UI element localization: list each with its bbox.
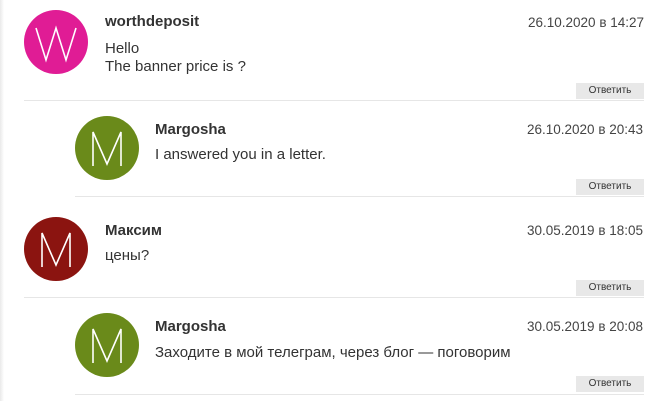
comment-author[interactable]: Максим xyxy=(105,222,162,239)
comment-divider xyxy=(75,196,644,197)
avatar xyxy=(24,217,88,281)
comment-date: 30.05.2019 в 20:08 xyxy=(527,319,644,334)
comment-divider xyxy=(24,100,644,101)
comment-text-line: Hello xyxy=(105,40,140,57)
comment-author[interactable]: Margosha xyxy=(155,318,226,335)
avatar xyxy=(75,116,139,180)
comment-text-line: цены? xyxy=(105,247,150,264)
comment-date: 26.10.2020 в 14:27 xyxy=(528,15,645,30)
comment-text: Hello The banner price is ? xyxy=(105,40,246,76)
avatar-letter-m-icon xyxy=(24,217,88,281)
reply-button[interactable]: Ответить xyxy=(576,179,644,195)
avatar-letter-m-icon xyxy=(75,116,139,180)
comment-divider xyxy=(75,394,644,395)
avatar-letter-m-icon xyxy=(75,313,139,377)
comment-divider xyxy=(24,297,644,298)
comment-date: 26.10.2020 в 20:43 xyxy=(527,122,644,137)
comment-author[interactable]: worthdeposit xyxy=(105,13,199,30)
reply-button[interactable]: Ответить xyxy=(576,83,644,99)
avatar xyxy=(24,10,88,74)
comment-text-line: Заходите в мой телеграм, через блог — по… xyxy=(155,344,511,361)
avatar-letter-w-icon xyxy=(24,10,88,74)
comment-text: Заходите в мой телеграм, через блог — по… xyxy=(155,344,511,362)
comment-author[interactable]: Margosha xyxy=(155,121,226,138)
comment-text-line: The banner price is ? xyxy=(105,58,246,75)
avatar xyxy=(75,313,139,377)
reply-button[interactable]: Ответить xyxy=(576,376,644,392)
page-left-shadow xyxy=(0,0,4,401)
reply-button[interactable]: Ответить xyxy=(576,280,644,296)
comment-date: 30.05.2019 в 18:05 xyxy=(527,223,644,238)
comment-text: цены? xyxy=(105,247,149,265)
comment-text: I answered you in a letter. xyxy=(155,146,326,164)
comment-text-line: I answered you in a letter. xyxy=(155,146,326,163)
